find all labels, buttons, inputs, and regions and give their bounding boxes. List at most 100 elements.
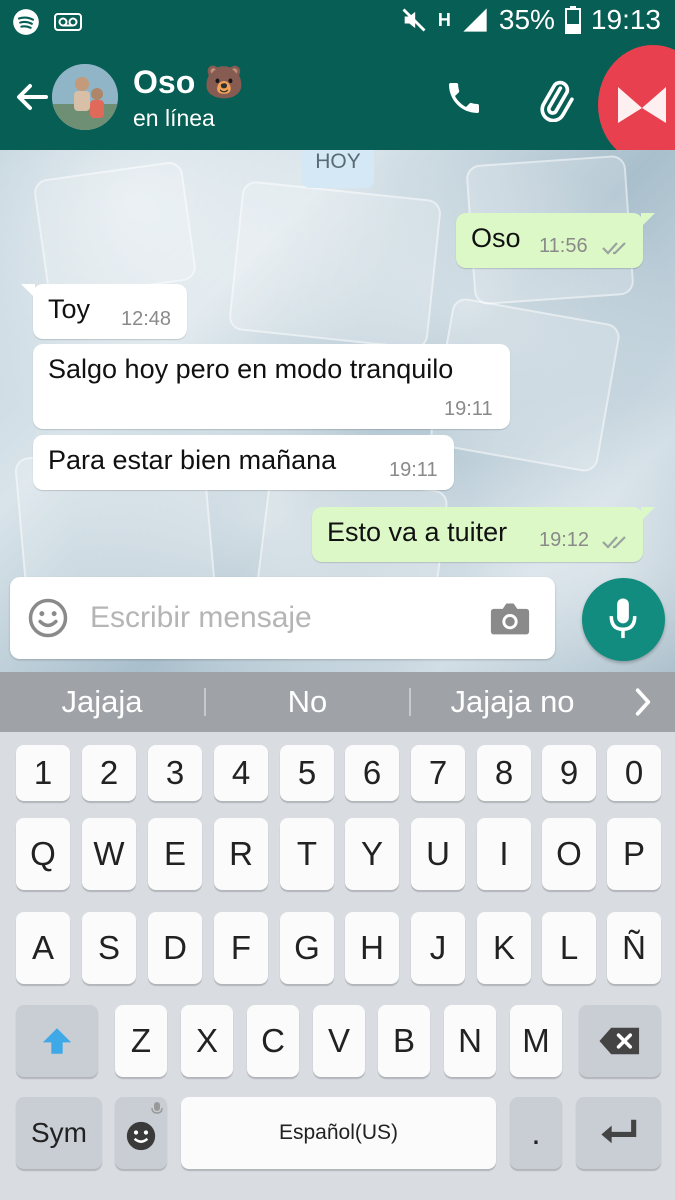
key-label: 7 (428, 754, 448, 791)
key-label: F (230, 929, 252, 966)
key-label: 3 (165, 754, 185, 791)
key-label: C (261, 1022, 285, 1059)
message-bubble-incoming[interactable]: Salgo hoy pero en modo tranquilo 19:11 (33, 344, 510, 429)
chat-header: Oso 🐻 en línea (0, 45, 675, 165)
key-label: Ñ (622, 929, 646, 966)
key-n[interactable]: N (444, 1005, 496, 1077)
paperclip-icon[interactable] (533, 78, 577, 122)
battery-icon (564, 6, 581, 34)
key-u[interactable]: U (411, 818, 465, 890)
key-q[interactable]: Q (16, 818, 70, 890)
message-text: Toy (48, 294, 91, 324)
key-e[interactable]: E (148, 818, 202, 890)
key-t[interactable]: T (280, 818, 334, 890)
key-label: 5 (297, 754, 317, 791)
shift-key[interactable] (16, 1005, 98, 1077)
key-5[interactable]: 5 (280, 745, 334, 801)
key-i[interactable]: I (477, 818, 531, 890)
contact-status: en línea (133, 105, 215, 131)
enter-key[interactable] (576, 1097, 661, 1169)
emoji-key[interactable] (115, 1097, 167, 1169)
key-f[interactable]: F (214, 912, 268, 984)
key-j[interactable]: J (411, 912, 465, 984)
key-label: V (327, 1022, 350, 1059)
message-input[interactable] (90, 595, 470, 641)
back-arrow-icon[interactable] (12, 77, 52, 117)
key-x[interactable]: X (181, 1005, 233, 1077)
spotify-icon (13, 9, 39, 35)
key-label: M (522, 1022, 550, 1059)
voice-record-button[interactable] (582, 578, 665, 661)
chevron-right-icon[interactable] (630, 686, 656, 718)
key-label: X (195, 1022, 218, 1059)
message-bubble-incoming[interactable]: Para estar bien mañana 19:11 (33, 435, 454, 490)
key-9[interactable]: 9 (542, 745, 596, 801)
suggestion-item[interactable]: No (206, 684, 409, 720)
key-3[interactable]: 3 (148, 745, 202, 801)
message-text: Salgo hoy pero en modo tranquilo (48, 354, 454, 384)
key-m[interactable]: M (510, 1005, 562, 1077)
key-0[interactable]: 0 (607, 745, 661, 801)
camera-icon[interactable] (488, 598, 532, 638)
avatar[interactable] (52, 64, 118, 130)
phone-icon[interactable] (444, 78, 484, 118)
key-o[interactable]: O (542, 818, 596, 890)
message-bubble-outgoing[interactable]: Esto va a tuiter 19:12 (312, 507, 655, 562)
message-time: 19:12 (539, 529, 590, 551)
key-label: P (622, 835, 645, 872)
message-time: 19:11 (444, 398, 493, 420)
read-ticks-icon (602, 536, 626, 549)
key-7[interactable]: 7 (411, 745, 465, 801)
key-8[interactable]: 8 (477, 745, 531, 801)
key-a[interactable]: A (16, 912, 70, 984)
suggestion-item[interactable]: Jajaja no (411, 684, 614, 720)
bubble-tail (641, 507, 655, 521)
key-y[interactable]: Y (345, 818, 399, 890)
key-s[interactable]: S (82, 912, 136, 984)
contact-name[interactable]: Oso 🐻 (133, 63, 244, 101)
key-label: 4 (231, 754, 251, 791)
key-b[interactable]: B (378, 1005, 430, 1077)
message-composer (10, 577, 555, 659)
key-h[interactable]: H (345, 912, 399, 984)
key-z[interactable]: Z (115, 1005, 167, 1077)
message-bubble-outgoing[interactable]: Oso 11:56 (456, 213, 655, 268)
key-v[interactable]: V (313, 1005, 365, 1077)
key-p[interactable]: P (607, 818, 661, 890)
key-k[interactable]: K (477, 912, 531, 984)
status-left-icons (12, 8, 82, 36)
key-w[interactable]: W (82, 818, 136, 890)
message-bubble-incoming[interactable]: Toy 12:48 (21, 284, 187, 339)
suggestion-item[interactable]: Jajaja (0, 684, 204, 720)
status-right-icons: H 35% 19:13 (400, 4, 661, 36)
key-label: Español(US) (278, 1121, 399, 1144)
period-key[interactable]: . (510, 1097, 562, 1169)
bubble-tail (21, 284, 35, 298)
key-label: U (426, 835, 450, 872)
space-key[interactable]: Español(US) (181, 1097, 496, 1169)
message-text: Oso (471, 223, 521, 253)
emoji-icon[interactable] (27, 597, 69, 639)
key-2[interactable]: 2 (82, 745, 136, 801)
backspace-key[interactable] (579, 1005, 661, 1077)
key-enye[interactable]: Ñ (607, 912, 661, 984)
key-g[interactable]: G (280, 912, 334, 984)
key-label: K (492, 929, 515, 966)
sym-key[interactable]: Sym (16, 1097, 102, 1169)
key-label: A (31, 929, 54, 966)
key-d[interactable]: D (148, 912, 202, 984)
key-l[interactable]: L (542, 912, 596, 984)
key-1[interactable]: 1 (16, 745, 70, 801)
key-r[interactable]: R (214, 818, 268, 890)
key-c[interactable]: C (247, 1005, 299, 1077)
floating-overlay-button[interactable] (598, 45, 675, 165)
key-6[interactable]: 6 (345, 745, 399, 801)
avatar-photo (52, 64, 118, 130)
key-label: H (360, 929, 384, 966)
key-label: Q (30, 835, 56, 872)
shift-arrow-icon (42, 1028, 72, 1054)
key-4[interactable]: 4 (214, 745, 268, 801)
key-label: S (97, 929, 120, 966)
clock: 19:13 (590, 4, 661, 35)
message-time: 19:11 (389, 459, 438, 481)
